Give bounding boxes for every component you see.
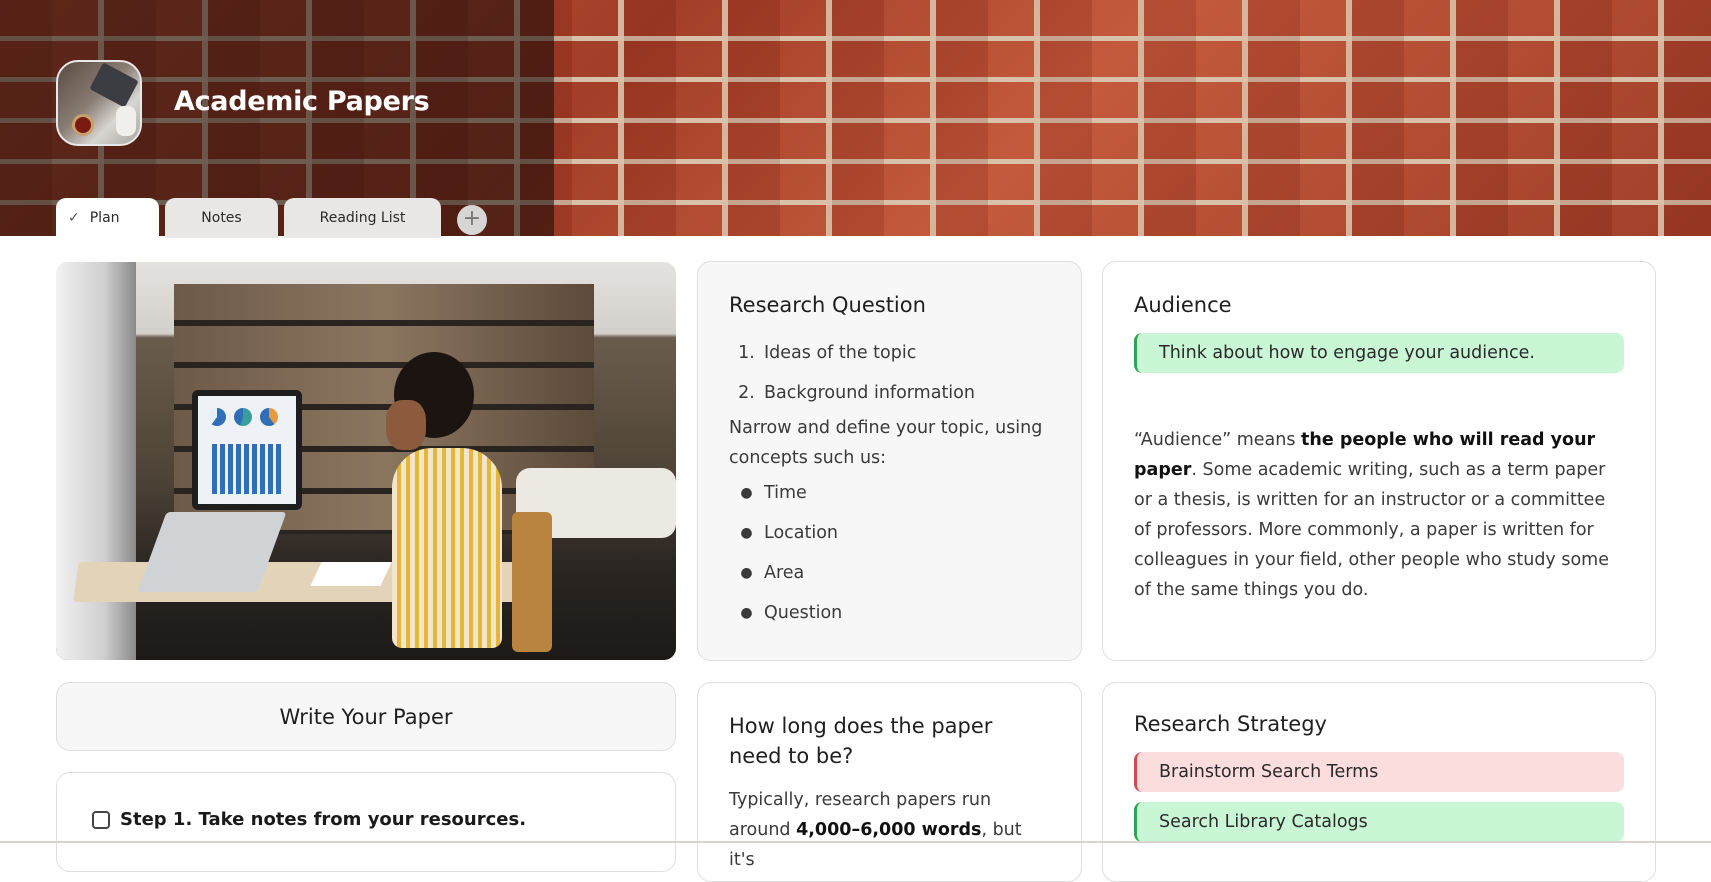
- step-card: Step 1. Take notes from your resources.: [56, 772, 676, 872]
- page-title: Academic Papers: [174, 86, 430, 117]
- pie-chart-icon: [234, 408, 252, 426]
- card-title: Research Strategy: [1134, 712, 1327, 736]
- body-text: . Some academic writing, such as a term …: [1134, 460, 1609, 601]
- laptop-icon: [89, 62, 139, 108]
- write-paper-header: Write Your Paper: [56, 682, 676, 751]
- tab-label: Plan: [89, 210, 120, 226]
- bullet-item: ● Question: [729, 593, 1050, 633]
- card-title: How long does the paper need to be?: [729, 714, 993, 768]
- bar-chart-icon: [212, 444, 282, 494]
- tab-bar: ✓ Plan Notes Reading List: [56, 198, 441, 238]
- add-tab-button[interactable]: +: [457, 205, 487, 235]
- todo-item: Step 1. Take notes from your resources.: [92, 809, 640, 830]
- bullet-item: ● Area: [729, 553, 1050, 593]
- numbered-item: 1. Ideas of the topic: [729, 333, 1050, 373]
- callout: Think about how to engage your audience.: [1134, 333, 1624, 374]
- audience-card: Audience Think about how to engage your …: [1102, 261, 1656, 661]
- mug-icon: [72, 114, 94, 136]
- check-icon: ✓: [68, 210, 80, 226]
- chair: [512, 512, 552, 652]
- step-checkbox[interactable]: [92, 810, 110, 829]
- bullet-icon: ●: [740, 605, 753, 622]
- list-text: Ideas of the topic: [764, 343, 917, 364]
- body-bold-text: 4,000–6,000 words: [796, 820, 982, 840]
- list-number: 2.: [738, 383, 755, 404]
- face: [386, 400, 426, 450]
- research-strategy-card: Research Strategy Brainstorm Search Term…: [1102, 682, 1656, 882]
- audience-body: “Audience” means the people who will rea…: [1134, 425, 1624, 605]
- monitor: [192, 390, 302, 510]
- list-text: Location: [764, 523, 839, 544]
- research-question-card: Research Question 1. Ideas of the topic …: [697, 261, 1082, 661]
- strategy-item-catalogs[interactable]: Search Library Catalogs: [1134, 802, 1624, 843]
- tab-notes[interactable]: Notes: [165, 198, 278, 238]
- woman-working: [356, 352, 502, 652]
- card-title: Research Question: [729, 293, 926, 317]
- section-title: Write Your Paper: [279, 704, 453, 729]
- paragraph: Narrow and define your topic, using conc…: [729, 418, 1043, 469]
- tab-plan[interactable]: ✓ Plan: [56, 198, 159, 238]
- bullet-icon: ●: [740, 525, 753, 542]
- list-text: Question: [764, 603, 843, 624]
- body-text: “Audience” means: [1134, 430, 1302, 451]
- bullet-icon: ●: [740, 565, 753, 582]
- tab-label: Notes: [201, 210, 242, 226]
- tab-reading-list[interactable]: Reading List: [284, 198, 441, 238]
- tab-label: Reading List: [319, 210, 406, 226]
- step-label: Step 1. Take notes from your resources.: [120, 809, 527, 830]
- bullet-item: ● Time: [729, 473, 1050, 513]
- paper-length-body: Typically, research papers run around 4,…: [729, 785, 1050, 875]
- bullet-item: ● Location: [729, 513, 1050, 553]
- strategy-item-brainstorm[interactable]: Brainstorm Search Terms: [1134, 752, 1624, 793]
- shirt: [392, 448, 502, 648]
- paper-length-card: How long does the paper need to be? Typi…: [697, 682, 1082, 882]
- pie-chart-icon: [260, 408, 278, 426]
- list-text: Background information: [764, 383, 975, 404]
- list-text: Time: [764, 483, 807, 504]
- app-icon[interactable]: [56, 60, 142, 146]
- pie-chart-icon: [208, 408, 226, 426]
- card-title: Audience: [1134, 293, 1232, 317]
- bullet-icon: ●: [740, 485, 753, 502]
- list-number: 1.: [738, 343, 755, 364]
- numbered-item: 2. Background information: [729, 373, 1050, 413]
- hand-icon: [116, 106, 136, 136]
- list-text: Area: [764, 563, 805, 584]
- cover-photo: [56, 262, 676, 660]
